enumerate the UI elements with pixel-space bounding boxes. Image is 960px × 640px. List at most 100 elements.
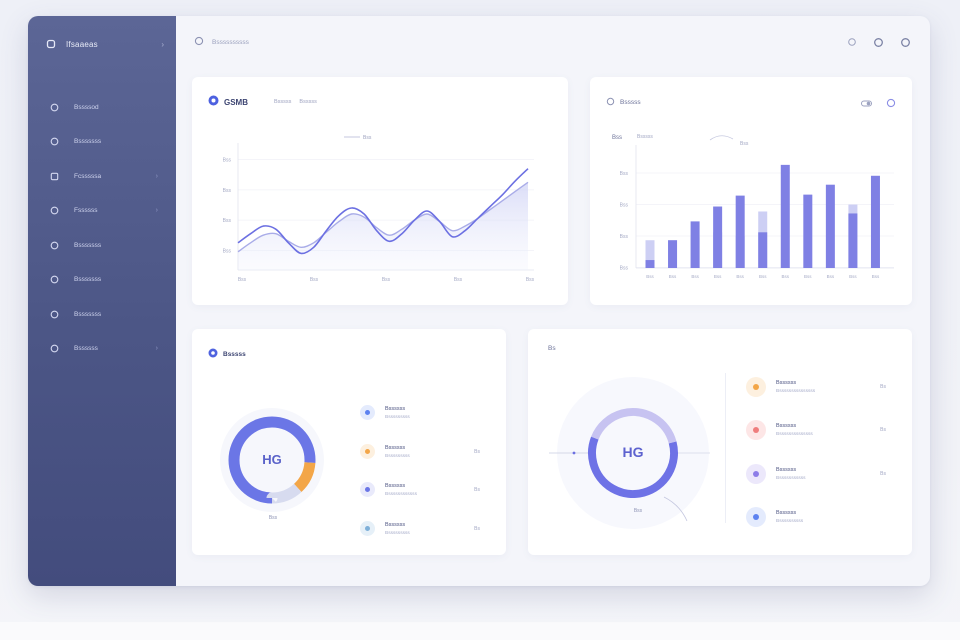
y-tick-label: Bss bbox=[223, 218, 232, 224]
legend-name: Bssssss bbox=[776, 467, 797, 473]
y-tick-label: Bss bbox=[223, 188, 232, 194]
bar-chart-card: Bsssss Bss Bss Bss Bss Bss Bss Bss Bss Bss Bss Bs… bbox=[590, 77, 912, 305]
sidebar-item-2[interactable]: Bsssssss bbox=[42, 125, 168, 160]
y-tick-label: Bss bbox=[620, 234, 629, 240]
chevron-right-icon: › bbox=[161, 39, 164, 49]
top-actions bbox=[845, 36, 912, 49]
legend-dot bbox=[746, 464, 766, 484]
legend-name: Bssssss bbox=[385, 444, 406, 451]
bar-primary[interactable] bbox=[825, 184, 835, 268]
home-icon[interactable] bbox=[194, 33, 204, 51]
bell-icon[interactable] bbox=[872, 36, 885, 49]
bar-axis-tag: Bss bbox=[612, 135, 622, 141]
legend-item-3[interactable]: Bssssss Bssssssssssss Bs bbox=[360, 482, 480, 497]
breadcrumb[interactable]: Bssssssssss bbox=[212, 39, 249, 46]
bar-primary[interactable] bbox=[803, 194, 813, 268]
bar-primary[interactable] bbox=[645, 260, 655, 268]
legend-dot bbox=[360, 521, 375, 536]
legend-dot bbox=[746, 507, 766, 527]
bar-primary[interactable] bbox=[690, 221, 700, 268]
line-legend: Bss bbox=[363, 135, 372, 141]
bar-primary[interactable] bbox=[668, 240, 678, 268]
sidebar-item-1[interactable]: Bssssod bbox=[42, 90, 168, 125]
donut-right-center: HG bbox=[623, 444, 644, 460]
legend-item-3[interactable]: Bssssss Bsssssssssss Bs bbox=[746, 464, 886, 484]
legend-sub: Bssssssssss bbox=[776, 519, 804, 524]
sidebar-brand[interactable]: Ifsaaeas › bbox=[46, 36, 164, 52]
x-tick-label: Bss bbox=[691, 274, 699, 279]
dashboard-window: Ifsaaeas › Bssssod Bsssssss Fcsssssa › F… bbox=[28, 16, 930, 586]
sidebar-item-label: Fcsssssa bbox=[74, 172, 102, 180]
sidebar-item-5[interactable]: Bsssssss bbox=[42, 228, 168, 263]
line-area bbox=[238, 182, 528, 270]
legend-value: Bs bbox=[474, 525, 480, 532]
legend-item-4[interactable]: Bssssss Bssssssssss bbox=[746, 507, 886, 527]
bar-primary[interactable] bbox=[848, 213, 858, 268]
legend-sub: Bsssssssssss bbox=[776, 476, 806, 481]
x-tick-label: Bss bbox=[827, 274, 835, 279]
legend-swatch bbox=[709, 135, 734, 141]
sidebar-item-6[interactable]: Bsssssss bbox=[42, 263, 168, 298]
bar-primary[interactable] bbox=[870, 175, 880, 268]
legend-value: Bs bbox=[474, 486, 480, 493]
legend-name: Bssssss bbox=[776, 510, 797, 516]
sidebar-item-label: Bsssssss bbox=[74, 276, 102, 284]
sidebar-item-3[interactable]: Fcsssssa › bbox=[42, 159, 168, 194]
x-tick-label: Bss bbox=[310, 277, 319, 283]
search-icon[interactable] bbox=[845, 36, 858, 49]
settings-icon[interactable] bbox=[899, 36, 912, 49]
donut-left-caption: Bss bbox=[269, 515, 278, 521]
legend-item-2[interactable]: Bssssss Bsssssssss Bs bbox=[360, 444, 480, 459]
sidebar-item-label: Bssssss bbox=[74, 345, 98, 353]
chevron-right-icon: › bbox=[155, 207, 158, 215]
sidebar-item-8[interactable]: Bssssss › bbox=[42, 332, 168, 367]
bar-primary[interactable] bbox=[780, 164, 790, 268]
guide-marker bbox=[572, 451, 576, 455]
circle-icon bbox=[48, 343, 60, 355]
legend-name: Bssssss bbox=[776, 380, 797, 386]
page-bottom-strip bbox=[0, 622, 960, 640]
legend-value: Bs bbox=[474, 448, 480, 455]
legend-name: Bssssss bbox=[776, 423, 797, 429]
legend-name: Bssssss bbox=[385, 482, 406, 489]
x-tick-label: Bss bbox=[872, 274, 880, 279]
circle-icon bbox=[48, 101, 60, 113]
app-logo-icon bbox=[46, 39, 56, 49]
sidebar-item-7[interactable]: Bsssssss bbox=[42, 297, 168, 332]
divider bbox=[725, 373, 726, 523]
y-tick-label: Bss bbox=[223, 158, 232, 164]
topbar: Bssssssssss bbox=[194, 34, 912, 50]
sidebar-item-label: Fssssss bbox=[74, 207, 98, 215]
donut-right-caption: Bss bbox=[634, 508, 643, 514]
donut-chart-left: HG Bss bbox=[220, 408, 324, 521]
donut-card-left: Bsssss HG Bss Bssssss Bsssssssss Bssssss B… bbox=[192, 329, 506, 555]
legend-item-1[interactable]: Bssssss Bsssssssssssssss Bs bbox=[746, 377, 886, 397]
x-tick-label: Bss bbox=[782, 274, 790, 279]
donut-left-legend: Bssssss Bsssssssss Bssssss Bsssssssss Bs B… bbox=[360, 405, 480, 545]
sidebar-item-4[interactable]: Fssssss › bbox=[42, 194, 168, 229]
legend-dot bbox=[360, 482, 375, 497]
line-chart: Bss Bss Bss Bss Bss Bss Bss Bss Bss Bss bbox=[223, 135, 535, 283]
legend-item-1[interactable]: Bssssss Bsssssssss bbox=[360, 405, 480, 420]
chevron-right-icon: › bbox=[155, 172, 158, 180]
legend-sub: Bssssssssssssss bbox=[776, 432, 813, 437]
y-tick-label: Bss bbox=[620, 266, 629, 272]
donut-right-legend: Bssssss Bsssssssssssssss Bs Bssssss Bsssss… bbox=[746, 377, 886, 527]
bar-primary[interactable] bbox=[713, 206, 723, 268]
sidebar-nav: Bssssod Bsssssss Fcsssssa › Fssssss › Bs… bbox=[42, 90, 168, 366]
bar-primary[interactable] bbox=[735, 195, 745, 268]
legend-value: Bs bbox=[880, 471, 886, 477]
x-tick-label: Bss bbox=[669, 274, 677, 279]
bar-legend-2: Bss bbox=[740, 141, 749, 147]
legend-item-2[interactable]: Bssssss Bssssssssssssss Bs bbox=[746, 420, 886, 440]
legend-value: Bs bbox=[880, 427, 886, 433]
x-tick-label: Bss bbox=[714, 274, 722, 279]
legend-item-4[interactable]: Bssssss Bsssssssss Bs bbox=[360, 521, 480, 536]
x-tick-label: Bss bbox=[526, 277, 535, 283]
donut-left-center: HG bbox=[262, 452, 282, 467]
sidebar: Ifsaaeas › Bssssod Bsssssss Fcsssssa › F… bbox=[28, 16, 176, 586]
bar-primary[interactable] bbox=[758, 232, 768, 268]
chart-badge-icon bbox=[208, 345, 218, 363]
legend-sub: Bsssssssss bbox=[385, 414, 410, 420]
sidebar-item-label: Bsssssss bbox=[74, 138, 102, 146]
